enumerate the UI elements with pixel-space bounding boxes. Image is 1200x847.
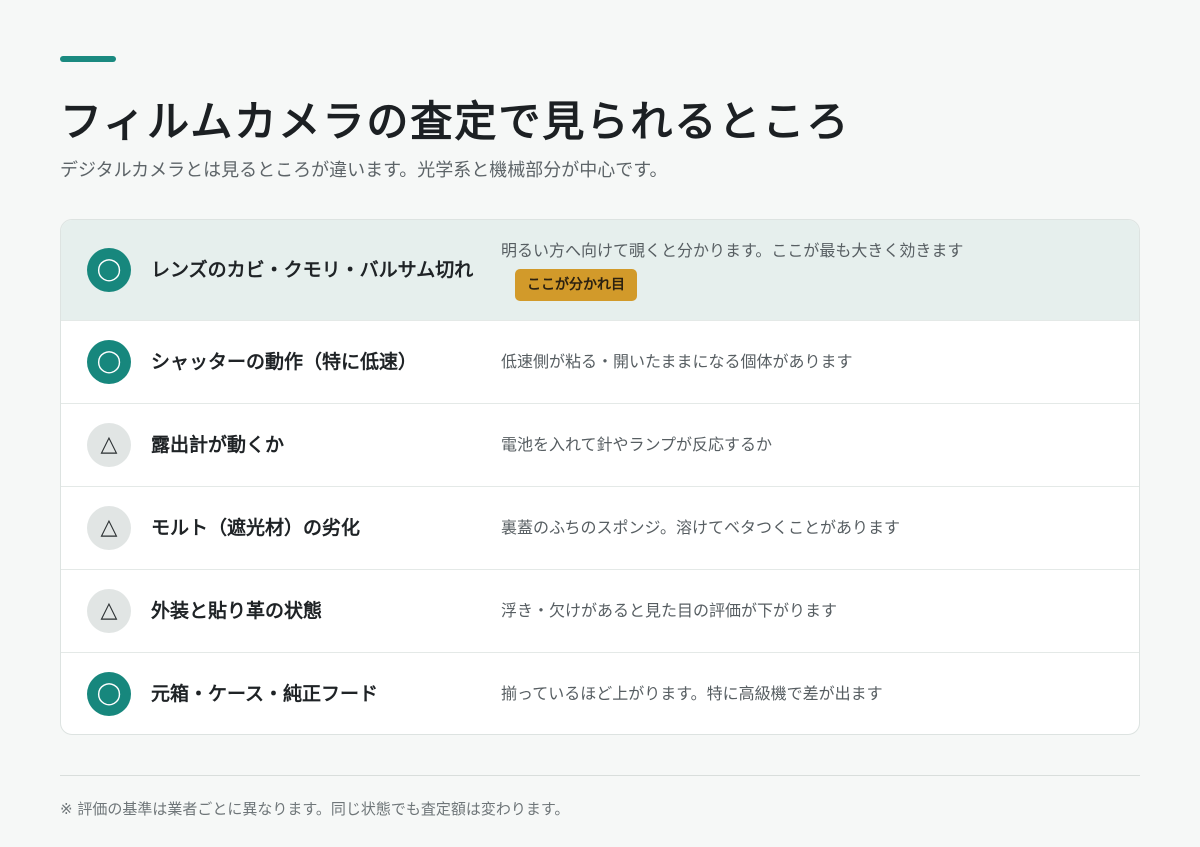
footer-divider — [60, 775, 1140, 776]
row-description-group: 揃っているほど上がります。特に高級機で差が出ます — [501, 682, 1121, 706]
checklist-row-exterior: △ 外装と貼り革の状態 浮き・欠けがあると見た目の評価が下がります — [61, 569, 1139, 652]
triangle-mark-icon: △ — [87, 506, 131, 550]
checklist-row-accessories: ◯ 元箱・ケース・純正フード 揃っているほど上がります。特に高級機で差が出ます — [61, 652, 1139, 734]
title-accent-bar — [60, 56, 116, 62]
inspection-checklist: ◯ レンズのカビ・クモリ・バルサム切れ 明るい方へ向けて覗くと分かります。ここが… — [60, 219, 1140, 735]
row-label: 外装と貼り革の状態 — [151, 600, 323, 622]
page-title: フィルムカメラの査定で見られるところ — [60, 97, 851, 146]
row-description-group: 明るい方へ向けて覗くと分かります。ここが最も大きく効きます ここが分かれ目 — [501, 239, 1121, 301]
row-description-group: 電池を入れて針やランプが反応するか — [501, 433, 1121, 457]
triangle-mark-icon: △ — [87, 423, 131, 467]
row-description-group: 浮き・欠けがあると見た目の評価が下がります — [501, 599, 1121, 623]
row-description: 低速側が粘る・開いたままになる個体があります — [501, 352, 853, 371]
circle-mark-icon: ◯ — [87, 340, 131, 384]
row-description-group: 低速側が粘る・開いたままになる個体があります — [501, 350, 1121, 374]
row-description-group: 裏蓋のふちのスポンジ。溶けてベタつくことがあります — [501, 516, 1121, 540]
row-label: レンズのカビ・クモリ・バルサム切れ — [151, 259, 474, 281]
row-description: 裏蓋のふちのスポンジ。溶けてベタつくことがあります — [501, 518, 901, 537]
circle-mark-icon: ◯ — [87, 248, 131, 292]
row-label: モルト（遮光材）の劣化 — [151, 517, 361, 539]
checklist-row-light-seals: △ モルト（遮光材）の劣化 裏蓋のふちのスポンジ。溶けてベタつくことがあります — [61, 486, 1139, 569]
row-description: 揃っているほど上がります。特に高級機で差が出ます — [501, 684, 883, 703]
circle-mark-icon: ◯ — [87, 672, 131, 716]
page-subtitle: デジタルカメラとは見るところが違います。光学系と機械部分が中心です。 — [60, 160, 668, 181]
checklist-row-shutter: ◯ シャッターの動作（特に低速） 低速側が粘る・開いたままになる個体があります — [61, 320, 1139, 403]
key-point-badge: ここが分かれ目 — [515, 269, 637, 301]
row-label: 元箱・ケース・純正フード — [151, 683, 379, 705]
footer-note: ※ 評価の基準は業者ごとに異なります。同じ状態でも査定額は変わります。 — [60, 800, 570, 818]
row-description: 電池を入れて針やランプが反応するか — [501, 435, 773, 454]
row-description: 浮き・欠けがあると見た目の評価が下がります — [501, 601, 838, 620]
checklist-row-lens: ◯ レンズのカビ・クモリ・バルサム切れ 明るい方へ向けて覗くと分かります。ここが… — [61, 220, 1139, 320]
checklist-row-light-meter: △ 露出計が動くか 電池を入れて針やランプが反応するか — [61, 403, 1139, 486]
row-label: 露出計が動くか — [151, 434, 285, 456]
row-description: 明るい方へ向けて覗くと分かります。ここが最も大きく効きます — [501, 241, 964, 260]
row-label: シャッターの動作（特に低速） — [151, 351, 418, 373]
triangle-mark-icon: △ — [87, 589, 131, 633]
